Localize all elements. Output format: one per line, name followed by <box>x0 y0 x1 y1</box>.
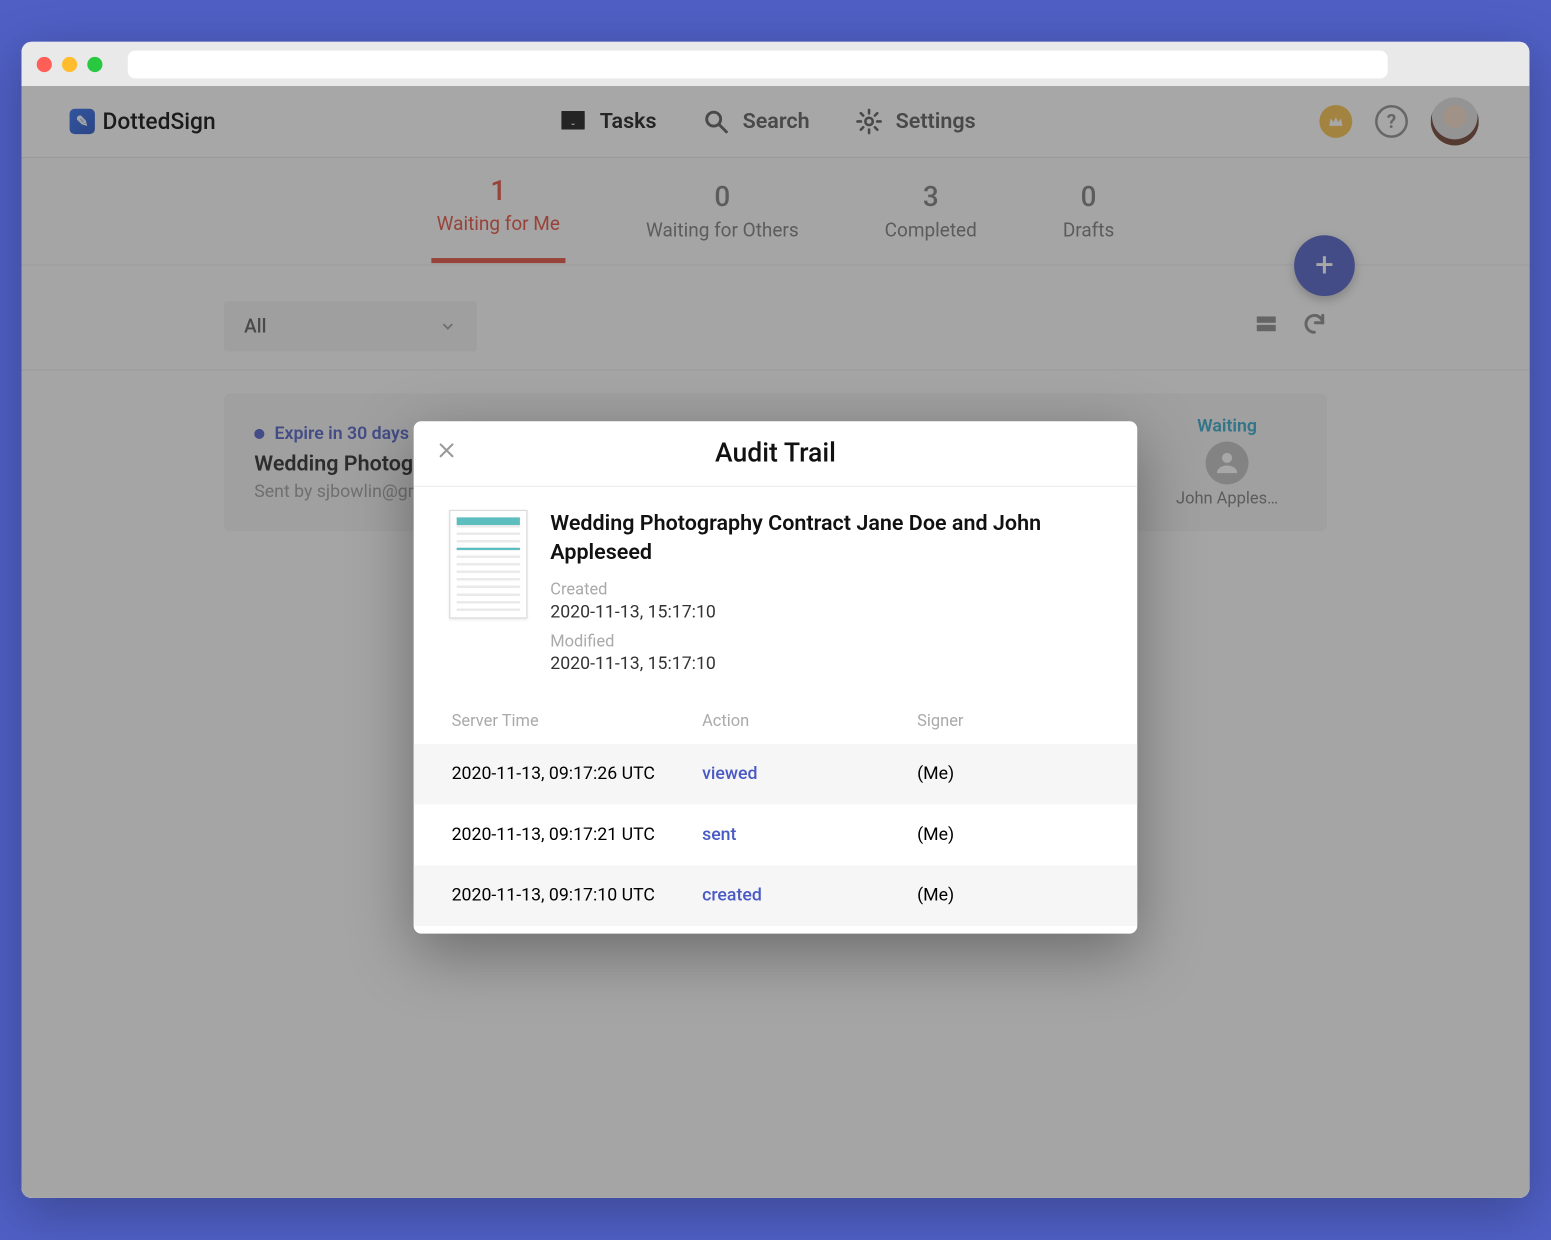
audit-trail-modal: Audit Trail Wedding Photography Contract… <box>414 421 1138 933</box>
document-thumbnail <box>449 510 527 619</box>
app-root: ✎ DottedSign Tasks Search Settings <box>22 86 1530 1198</box>
modified-label: Modified <box>550 632 1102 651</box>
trail-time: 2020-11-13, 09:17:10 UTC <box>449 885 702 905</box>
modal-title: Audit Trail <box>436 438 1114 468</box>
document-title: Wedding Photography Contract Jane Doe an… <box>550 510 1102 568</box>
created-label: Created <box>550 580 1102 599</box>
url-bar[interactable] <box>128 50 1388 78</box>
mac-window: ✎ DottedSign Tasks Search Settings <box>22 42 1530 1198</box>
col-header-action: Action <box>702 712 917 731</box>
trail-action: viewed <box>702 764 917 784</box>
window-minimize-dot[interactable] <box>62 56 77 71</box>
trail-time: 2020-11-13, 09:17:26 UTC <box>449 764 702 784</box>
trail-row: 2020-11-13, 09:17:26 UTC viewed (Me) <box>414 744 1138 805</box>
col-header-signer: Signer <box>917 712 1102 731</box>
titlebar <box>22 42 1530 86</box>
window-close-dot[interactable] <box>37 56 52 71</box>
trail-row: 2020-11-13, 09:17:10 UTC created (Me) <box>414 865 1138 926</box>
modified-value: 2020-11-13, 15:17:10 <box>550 654 1102 674</box>
trail-action: created <box>702 885 917 905</box>
close-icon[interactable] <box>436 440 456 467</box>
trail-action: sent <box>702 825 917 845</box>
trail-time: 2020-11-13, 09:17:21 UTC <box>449 825 702 845</box>
modal-header: Audit Trail <box>414 421 1138 487</box>
trail-signer: (Me) <box>917 885 1102 905</box>
trail-signer: (Me) <box>917 825 1102 845</box>
col-header-server-time: Server Time <box>449 712 702 731</box>
window-zoom-dot[interactable] <box>87 56 102 71</box>
trail-row: 2020-11-13, 09:17:21 UTC sent (Me) <box>414 804 1138 865</box>
trail-header: Server Time Action Signer <box>449 684 1102 743</box>
created-value: 2020-11-13, 15:17:10 <box>550 602 1102 622</box>
trail-signer: (Me) <box>917 764 1102 784</box>
modal-body: Wedding Photography Contract Jane Doe an… <box>414 487 1138 933</box>
